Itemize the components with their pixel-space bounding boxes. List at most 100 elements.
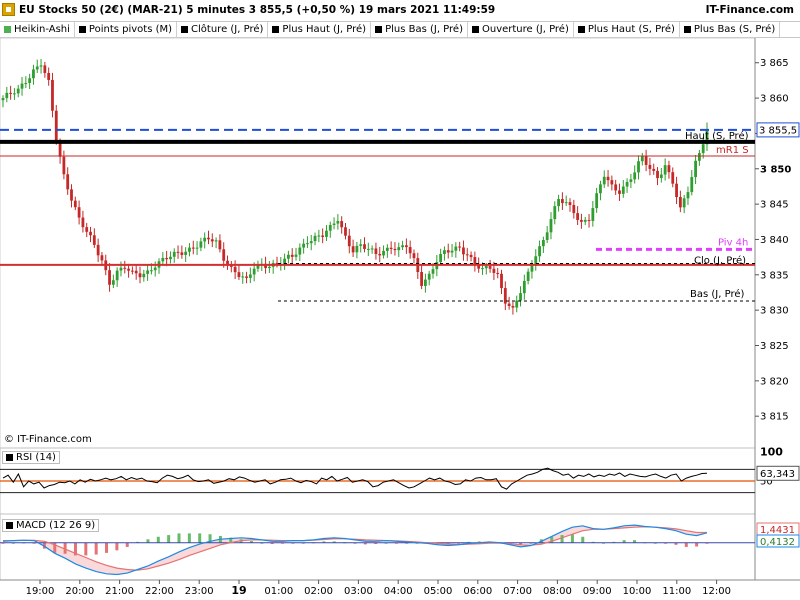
watermark: © IT-Finance.com bbox=[4, 434, 92, 445]
candle-body bbox=[488, 266, 492, 269]
time-tick-label: 19:00 bbox=[26, 586, 55, 597]
price-tick-label: 3 850 bbox=[760, 164, 791, 175]
candle-body bbox=[599, 184, 602, 194]
candle-body bbox=[165, 257, 169, 260]
candle-body bbox=[24, 83, 28, 85]
candle-body bbox=[77, 207, 81, 218]
macd-histogram-bar bbox=[684, 542, 688, 547]
candle-body bbox=[606, 176, 610, 181]
macd-histogram-bar bbox=[146, 539, 150, 543]
candle-body bbox=[13, 93, 16, 95]
candle-body bbox=[85, 227, 89, 232]
macd-signal-label: 1,4431 bbox=[760, 525, 795, 536]
candle-body bbox=[180, 252, 184, 255]
candle-body bbox=[694, 160, 697, 178]
candle-body bbox=[682, 198, 686, 208]
candle-body bbox=[621, 186, 625, 194]
candle-body bbox=[287, 254, 290, 259]
candle-body bbox=[298, 247, 302, 255]
rsi-panel-label[interactable]: RSI (14) bbox=[2, 451, 60, 464]
candle-body bbox=[473, 257, 477, 265]
candle-body bbox=[553, 206, 557, 220]
candle-body bbox=[210, 239, 214, 242]
candle-body bbox=[469, 254, 473, 258]
macd-histogram-bar bbox=[156, 536, 160, 543]
macd-histogram-label: 0,4132 bbox=[760, 537, 795, 548]
candle-body bbox=[150, 270, 153, 272]
candle-body bbox=[191, 247, 195, 249]
candle-body bbox=[549, 219, 553, 233]
candle-body bbox=[629, 179, 633, 182]
candle-body bbox=[686, 192, 690, 199]
candle-body bbox=[378, 253, 382, 256]
macd-panel-label[interactable]: MACD (12 26 9) bbox=[2, 519, 100, 532]
level-label-close: Clo (J, Pré) bbox=[694, 255, 746, 267]
candle-body bbox=[404, 245, 408, 248]
candle-body bbox=[267, 266, 271, 269]
macd-histogram-bar bbox=[125, 542, 129, 547]
candle-body bbox=[134, 270, 138, 274]
candle-body bbox=[659, 174, 663, 179]
candles-group bbox=[1, 59, 709, 315]
candle-body bbox=[602, 176, 606, 185]
rsi-swatch-icon bbox=[6, 454, 13, 461]
candle-body bbox=[701, 144, 705, 154]
candle-body bbox=[427, 273, 431, 280]
candle-body bbox=[218, 240, 222, 250]
candle-body bbox=[610, 180, 614, 185]
time-tick-label: 23:00 bbox=[185, 586, 214, 597]
price-tick-label: 3 840 bbox=[760, 235, 789, 246]
macd-histogram-bar bbox=[115, 542, 119, 551]
price-tick-label: 3 835 bbox=[760, 270, 789, 281]
time-tick-label: 19 bbox=[231, 584, 246, 597]
candle-body bbox=[618, 190, 621, 194]
price-tick-label: 3 845 bbox=[760, 200, 789, 211]
candle-body bbox=[39, 65, 43, 67]
macd-histogram-bar bbox=[105, 542, 109, 553]
candle-body bbox=[43, 65, 47, 73]
time-tick-label: 02:00 bbox=[304, 586, 333, 597]
candle-body bbox=[587, 219, 591, 221]
candle-body bbox=[275, 262, 279, 265]
candle-body bbox=[313, 235, 317, 242]
candle-body bbox=[54, 110, 58, 142]
macd-histogram-bar bbox=[167, 535, 171, 543]
candle-body bbox=[252, 268, 256, 275]
candle-body bbox=[614, 184, 618, 191]
candle-body bbox=[363, 244, 366, 249]
candle-body bbox=[142, 273, 146, 278]
candle-body bbox=[138, 273, 142, 278]
candle-body bbox=[663, 165, 667, 175]
candle-body bbox=[172, 251, 176, 257]
candle-body bbox=[671, 172, 675, 184]
chart-canvas[interactable]: 3 815 3 820 3 825 3 830 3 835 3 840 3 845 3 850… bbox=[0, 0, 800, 600]
candle-body bbox=[115, 270, 119, 281]
candle-body bbox=[644, 155, 648, 165]
candle-body bbox=[690, 177, 694, 193]
candle-body bbox=[32, 69, 35, 79]
candle-body bbox=[340, 221, 344, 228]
candle-body bbox=[1, 98, 5, 101]
candle-body bbox=[241, 276, 245, 278]
candle-body bbox=[458, 246, 462, 248]
candle-body bbox=[633, 172, 637, 180]
candle-body bbox=[538, 246, 541, 257]
candle-body bbox=[35, 66, 39, 70]
candle-body bbox=[325, 230, 328, 237]
candle-body bbox=[92, 235, 96, 245]
candle-body bbox=[424, 279, 427, 286]
candle-body bbox=[16, 88, 20, 94]
candle-body bbox=[153, 267, 157, 271]
rsi-value-label: 63,343 bbox=[760, 469, 795, 480]
rsi-line bbox=[2, 467, 708, 490]
candle-body bbox=[119, 267, 123, 271]
candle-body bbox=[580, 219, 583, 222]
candle-body bbox=[648, 164, 652, 169]
price-tick-label: 3 830 bbox=[760, 306, 789, 317]
candle-body bbox=[111, 280, 115, 285]
candle-body bbox=[66, 174, 70, 190]
candle-body bbox=[507, 303, 511, 307]
candle-body bbox=[222, 249, 226, 261]
candle-body bbox=[492, 268, 496, 273]
candle-body bbox=[420, 272, 423, 286]
